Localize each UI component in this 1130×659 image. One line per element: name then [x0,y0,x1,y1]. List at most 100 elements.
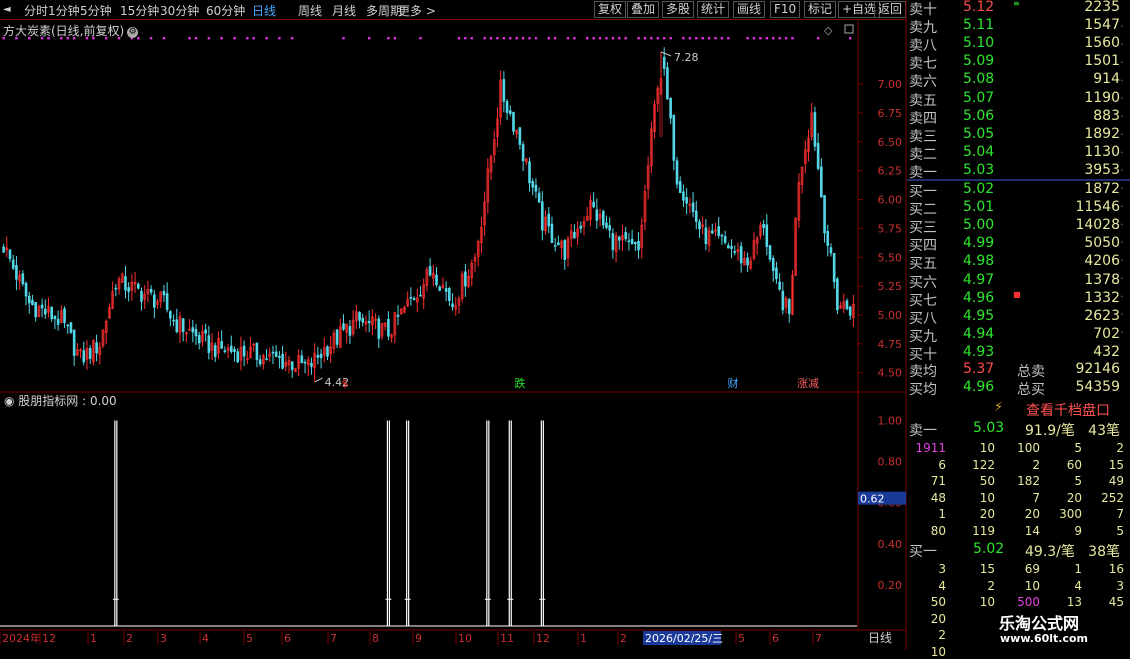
sell1_queue-cell: 20 [979,507,995,521]
candle-body [557,242,560,246]
marker-dot [496,37,499,40]
candle-body [537,192,541,203]
x-axis-label: 2 [126,632,133,645]
side-strip-glyph: · [1120,56,1124,69]
candle-body [541,201,544,231]
x-axis-label: 1 [580,632,587,645]
marker-dot [848,37,852,40]
marker-dot [278,37,281,40]
marker-dot [393,37,397,40]
candle-body [518,127,522,145]
marker-dot [624,37,627,40]
event-marker-3: 涨减 [797,377,819,390]
candle-body [630,238,634,245]
avg_sell-total: 92146 [1075,361,1120,377]
candle-body [220,341,223,349]
bid-4-row: 买五 4.98 4206 [907,253,1130,272]
side-strip-glyph: · [1120,254,1124,267]
candle-body [409,297,413,299]
y-axis-label: 5.75 [878,222,903,235]
bid-8-volume: 702 [1093,325,1120,342]
buy1_summary-label: 买一 [909,544,937,560]
candle-body [367,320,371,324]
window-icon [844,24,854,34]
candle-body [723,236,727,243]
candle-body [531,180,535,188]
candle-body [82,350,86,363]
settings-icon[interactable]: ⚙ [127,27,139,38]
candle-body [691,202,695,212]
candle-body [419,294,422,297]
bid-4-volume: 4206 [1084,253,1120,270]
ask-5-label: 卖五 [909,92,937,109]
ask-4-label: 卖六 [909,74,937,91]
candle-body [727,245,730,249]
side-strip-glyph: · [1120,290,1124,303]
candle-body [165,293,169,310]
candle-body [845,300,849,310]
bid-2-volume: 14028 [1075,217,1120,234]
marker-dot [695,37,698,40]
bid-1-label: 买二 [909,202,937,219]
event-marker-2: 财 [728,376,739,390]
candle-body [181,318,185,332]
marker-dot [464,37,467,40]
ask-5-row: 卖五 5.07 1190 [907,90,1130,109]
marker-dot [656,37,659,40]
candle-body [387,319,390,337]
ask-0-row: 卖十 5.12 2235 ≡ [907,0,1130,18]
candle-body [534,184,538,192]
view-orderbook-button[interactable]: 查看千档盘口 [1026,400,1110,420]
candle-body [194,329,198,337]
marker-dot [509,37,512,40]
bid-6-row: 买七 4.96 1332 ■ [907,290,1130,309]
diamond-icon: ◇ [824,24,833,37]
candle-body [816,142,820,169]
bid-6-label: 买七 [909,292,937,309]
ask-9-volume: 3953 [1084,161,1120,178]
bid-4-price: 4.98 [963,253,995,270]
candle-body [66,324,70,327]
candle-body [444,288,448,292]
buy1_queue-cell: 3 [1116,578,1124,593]
bid-2-row: 买三 5.00 14028 [907,217,1130,236]
side-strip-glyph: · [1120,200,1124,213]
ask-8-label: 卖二 [909,146,937,163]
x-axis-label: 11 [500,632,514,645]
ask-3-volume: 1501 [1084,53,1120,70]
x-axis-label: 3 [160,632,167,645]
candle-body [435,274,438,286]
candle-body [624,232,628,240]
bid-8-price: 4.94 [963,325,995,342]
ask-7-row: 卖三 5.05 1892 [907,126,1130,145]
buy1_queue-cell: 1 [1074,562,1082,576]
candle-body [573,231,576,239]
candle-body [140,290,143,302]
watermark-url: www.60lt.com [1000,632,1089,645]
sell1_queue-cell: 20 [1066,490,1082,505]
marker-dot [220,37,223,40]
marker-dot [502,37,506,40]
marker-dot [611,37,615,40]
bid-7-price: 4.95 [963,307,995,324]
sell1_summary-price: 5.03 [973,420,1005,436]
marker-dot [598,37,602,40]
candle-body [191,327,195,333]
buy1_summary-price: 5.02 [973,541,1005,557]
candle-body [778,281,781,290]
side-strip-glyph: · [1120,38,1124,51]
candle-body [319,353,323,359]
candle-body [69,322,73,333]
candle-body [550,223,554,244]
bid-5-volume: 1378 [1084,271,1120,288]
sell1_summary-label: 卖一 [909,423,937,439]
candle-body [242,345,246,357]
candle-body [438,286,442,291]
bid-3-label: 买四 [909,238,937,255]
ask-6-volume: 883 [1093,107,1120,124]
candle-body [326,346,329,357]
candle-body [563,240,567,261]
marker-dot [291,37,294,40]
ask-9-row: 卖一 5.03 3953 [907,161,1130,181]
bid-2-price: 5.00 [963,217,995,234]
